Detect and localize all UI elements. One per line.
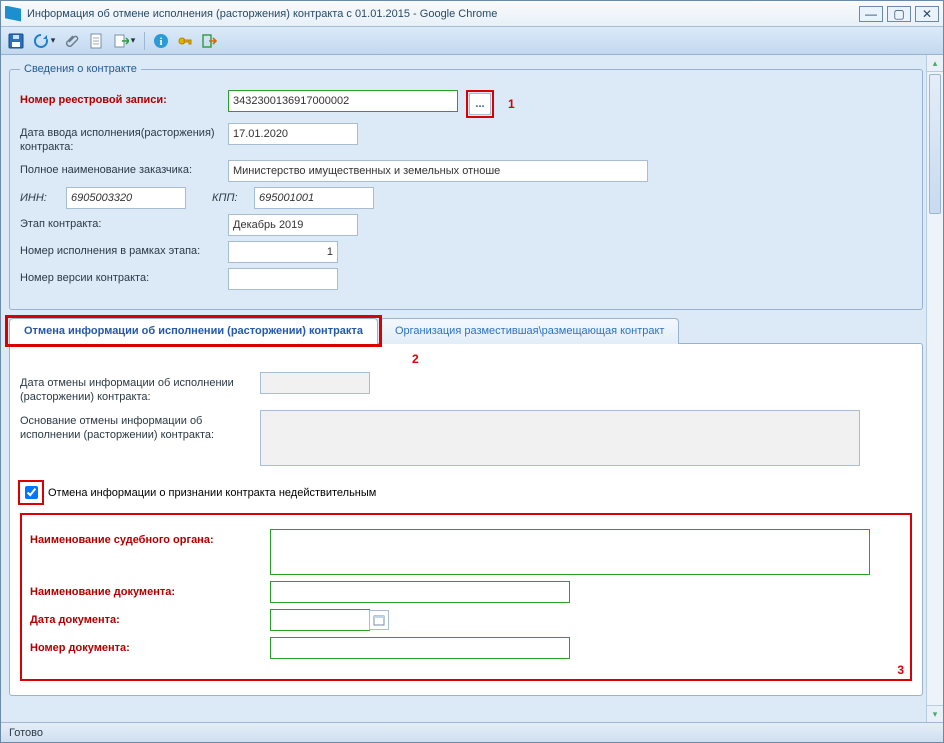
tab-org-info[interactable]: Организация разместившая\размещающая кон… — [380, 318, 680, 344]
form-body: Сведения о контракте Номер реестровой за… — [1, 55, 943, 722]
tab-cancel-info-label: Отмена информации об исполнении (расторж… — [24, 325, 363, 337]
dropdown-caret-icon: ▾ — [131, 35, 136, 46]
scroll-up-button[interactable]: ▴ — [927, 55, 943, 72]
close-button[interactable]: ✕ — [915, 6, 939, 22]
kpp-field — [254, 187, 374, 209]
save-button[interactable] — [5, 30, 27, 52]
help-icon: i — [153, 33, 169, 49]
help-button[interactable]: i — [150, 30, 172, 52]
sheet-button[interactable] — [85, 30, 107, 52]
cancel-date-field[interactable] — [260, 372, 370, 394]
kpp-label: КПП: — [212, 192, 248, 204]
input-date-field — [228, 123, 358, 145]
status-bar: Готово — [1, 722, 943, 742]
status-text: Готово — [9, 727, 43, 739]
tab-strip: Отмена информации об исполнении (расторж… — [9, 318, 923, 344]
titlebar: Информация об отмене исполнения (расторж… — [1, 1, 943, 27]
toolbar-separator — [144, 32, 145, 50]
annotation-3: 3 — [897, 663, 904, 677]
maximize-button[interactable]: ▢ — [887, 6, 911, 22]
export-button[interactable]: ▾ — [109, 30, 139, 52]
fieldset-legend: Сведения о контракте — [20, 63, 141, 75]
key-button[interactable] — [174, 30, 196, 52]
scroll-thumb[interactable] — [929, 74, 941, 214]
input-date-label: Дата ввода исполнения(расторжения) контр… — [20, 123, 220, 155]
invalid-contract-checkbox-label: Отмена информации о признании контракта … — [48, 487, 376, 499]
registry-lookup-button[interactable]: ... — [469, 93, 491, 115]
exit-icon — [201, 33, 217, 49]
cancel-reason-field[interactable] — [260, 410, 860, 466]
document-icon — [88, 33, 104, 49]
window-controls: — ▢ ✕ — [859, 6, 939, 22]
calendar-icon — [373, 614, 385, 626]
annotation-1: 1 — [508, 97, 515, 111]
doc-num-field[interactable] — [270, 637, 570, 659]
invalid-contract-group: Наименование судебного органа: Наименова… — [20, 513, 912, 681]
app-icon — [5, 6, 21, 22]
contract-fieldset: Сведения о контракте Номер реестровой за… — [9, 63, 923, 310]
court-label: Наименование судебного органа: — [30, 529, 260, 547]
inn-field — [66, 187, 186, 209]
window: Информация об отмене исполнения (расторж… — [0, 0, 944, 743]
dropdown-caret-icon: ▾ — [51, 35, 56, 46]
customer-field — [228, 160, 648, 182]
toolbar: ▾ ▾ i — [1, 27, 943, 55]
inn-label: ИНН: — [20, 192, 60, 204]
exit-button[interactable] — [198, 30, 220, 52]
court-field[interactable] — [270, 529, 870, 575]
tabs-wrap: Отмена информации об исполнении (расторж… — [9, 318, 923, 697]
doc-num-label: Номер документа: — [30, 637, 260, 655]
registry-number-label: Номер реестровой записи: — [20, 90, 220, 108]
stage-field — [228, 214, 358, 236]
vertical-scrollbar[interactable]: ▴ ▾ — [926, 55, 943, 722]
cancel-date-label: Дата отмены информации об исполнении (ра… — [20, 372, 250, 405]
refresh-icon — [33, 33, 49, 49]
tab-cancel-info[interactable]: Отмена информации об исполнении (расторж… — [9, 318, 378, 344]
scroll-down-button[interactable]: ▾ — [927, 705, 943, 722]
exec-num-label: Номер исполнения в рамках этапа: — [20, 241, 220, 259]
export-icon — [113, 33, 129, 49]
invalid-contract-checkbox[interactable] — [25, 486, 38, 499]
doc-date-calendar-button[interactable] — [369, 610, 389, 630]
doc-name-field[interactable] — [270, 581, 570, 603]
attach-button[interactable] — [61, 30, 83, 52]
refresh-button[interactable]: ▾ — [29, 30, 59, 52]
window-title: Информация об отмене исполнения (расторж… — [27, 8, 497, 20]
doc-date-label: Дата документа: — [30, 609, 260, 627]
registry-number-input[interactable] — [228, 90, 458, 112]
exec-num-field — [228, 241, 338, 263]
tab-org-info-label: Организация разместившая\размещающая кон… — [395, 325, 665, 337]
svg-text:i: i — [159, 36, 162, 48]
doc-date-field[interactable] — [270, 609, 370, 631]
cancel-reason-label: Основание отмены информации об исполнени… — [20, 410, 250, 443]
tab-panel: 2 Дата отмены информации об исполнении (… — [9, 343, 923, 697]
version-label: Номер версии контракта: — [20, 268, 220, 286]
minimize-button[interactable]: — — [859, 6, 883, 22]
save-icon — [8, 33, 24, 49]
doc-name-label: Наименование документа: — [30, 581, 260, 599]
annotation-2: 2 — [412, 352, 419, 366]
paperclip-icon — [64, 33, 80, 49]
stage-label: Этап контракта: — [20, 214, 220, 232]
customer-label: Полное наименование заказчика: — [20, 160, 220, 178]
key-icon — [177, 33, 193, 49]
version-field — [228, 268, 338, 290]
